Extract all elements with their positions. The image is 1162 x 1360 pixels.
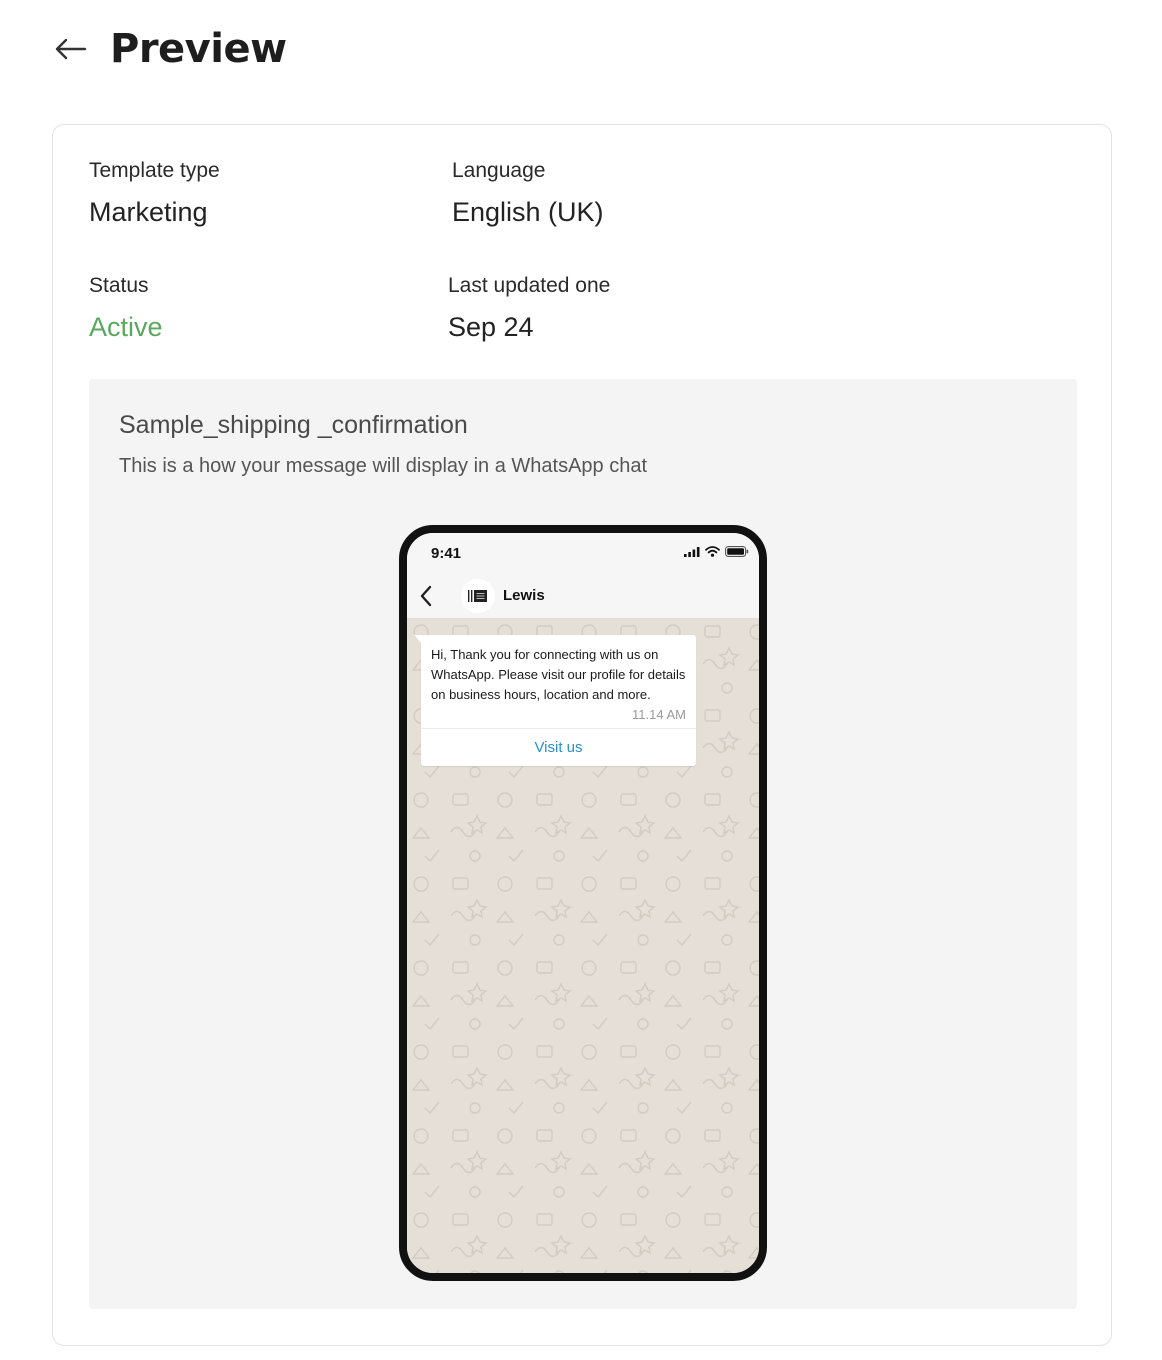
preview-description: This is a how your message will display … bbox=[119, 455, 648, 477]
chevron-left-icon bbox=[420, 585, 432, 606]
battery-icon bbox=[725, 546, 749, 557]
visit-us-button[interactable]: Visit us bbox=[421, 728, 696, 766]
signal-icon bbox=[684, 547, 700, 557]
status-label: Status bbox=[89, 274, 149, 297]
last-updated-label: Last updated one bbox=[448, 274, 611, 297]
status-value: Active bbox=[89, 312, 163, 342]
page-title: Preview bbox=[110, 26, 287, 72]
message-preview-panel: Sample_shipping _confirmation This is a … bbox=[89, 379, 1077, 1309]
wifi-icon bbox=[705, 546, 720, 557]
language-value: English (UK) bbox=[452, 197, 604, 227]
phone-mockup: 9:41 Lewis Hi, Thank you for connecting … bbox=[399, 525, 767, 1281]
status-icons bbox=[684, 546, 749, 557]
message-bubble: Hi, Thank you for connecting with us on … bbox=[414, 635, 696, 766]
chat-header: Lewis bbox=[407, 573, 759, 618]
business-logo-icon bbox=[468, 589, 487, 602]
template-details-card: Template type Marketing Language English… bbox=[52, 124, 1112, 1346]
chat-wallpaper: Hi, Thank you for connecting with us on … bbox=[407, 618, 759, 1273]
phone-status-bar: 9:41 bbox=[407, 533, 759, 573]
template-type-label: Template type bbox=[89, 159, 220, 182]
last-updated-field: Last updated one Sep 24 bbox=[448, 274, 610, 343]
language-field: Language English (UK) bbox=[452, 159, 604, 228]
template-type-value: Marketing bbox=[89, 197, 208, 227]
last-updated-value: Sep 24 bbox=[448, 312, 534, 342]
contact-name[interactable]: Lewis bbox=[503, 587, 545, 604]
template-name: Sample_shipping _confirmation bbox=[119, 411, 468, 439]
arrow-left-icon bbox=[55, 38, 87, 60]
avatar[interactable] bbox=[461, 578, 495, 613]
status-field: Status Active bbox=[89, 274, 163, 343]
message-text: Hi, Thank you for connecting with us on … bbox=[431, 647, 686, 702]
template-type-field: Template type Marketing bbox=[89, 159, 220, 228]
chat-back-button[interactable] bbox=[419, 583, 439, 609]
language-label: Language bbox=[452, 159, 546, 182]
bubble-tail bbox=[414, 635, 422, 644]
phone-time: 9:41 bbox=[431, 545, 462, 562]
page-header: Preview bbox=[52, 24, 287, 74]
back-button[interactable] bbox=[48, 27, 92, 71]
message-timestamp: 11.14 AM bbox=[632, 707, 686, 722]
